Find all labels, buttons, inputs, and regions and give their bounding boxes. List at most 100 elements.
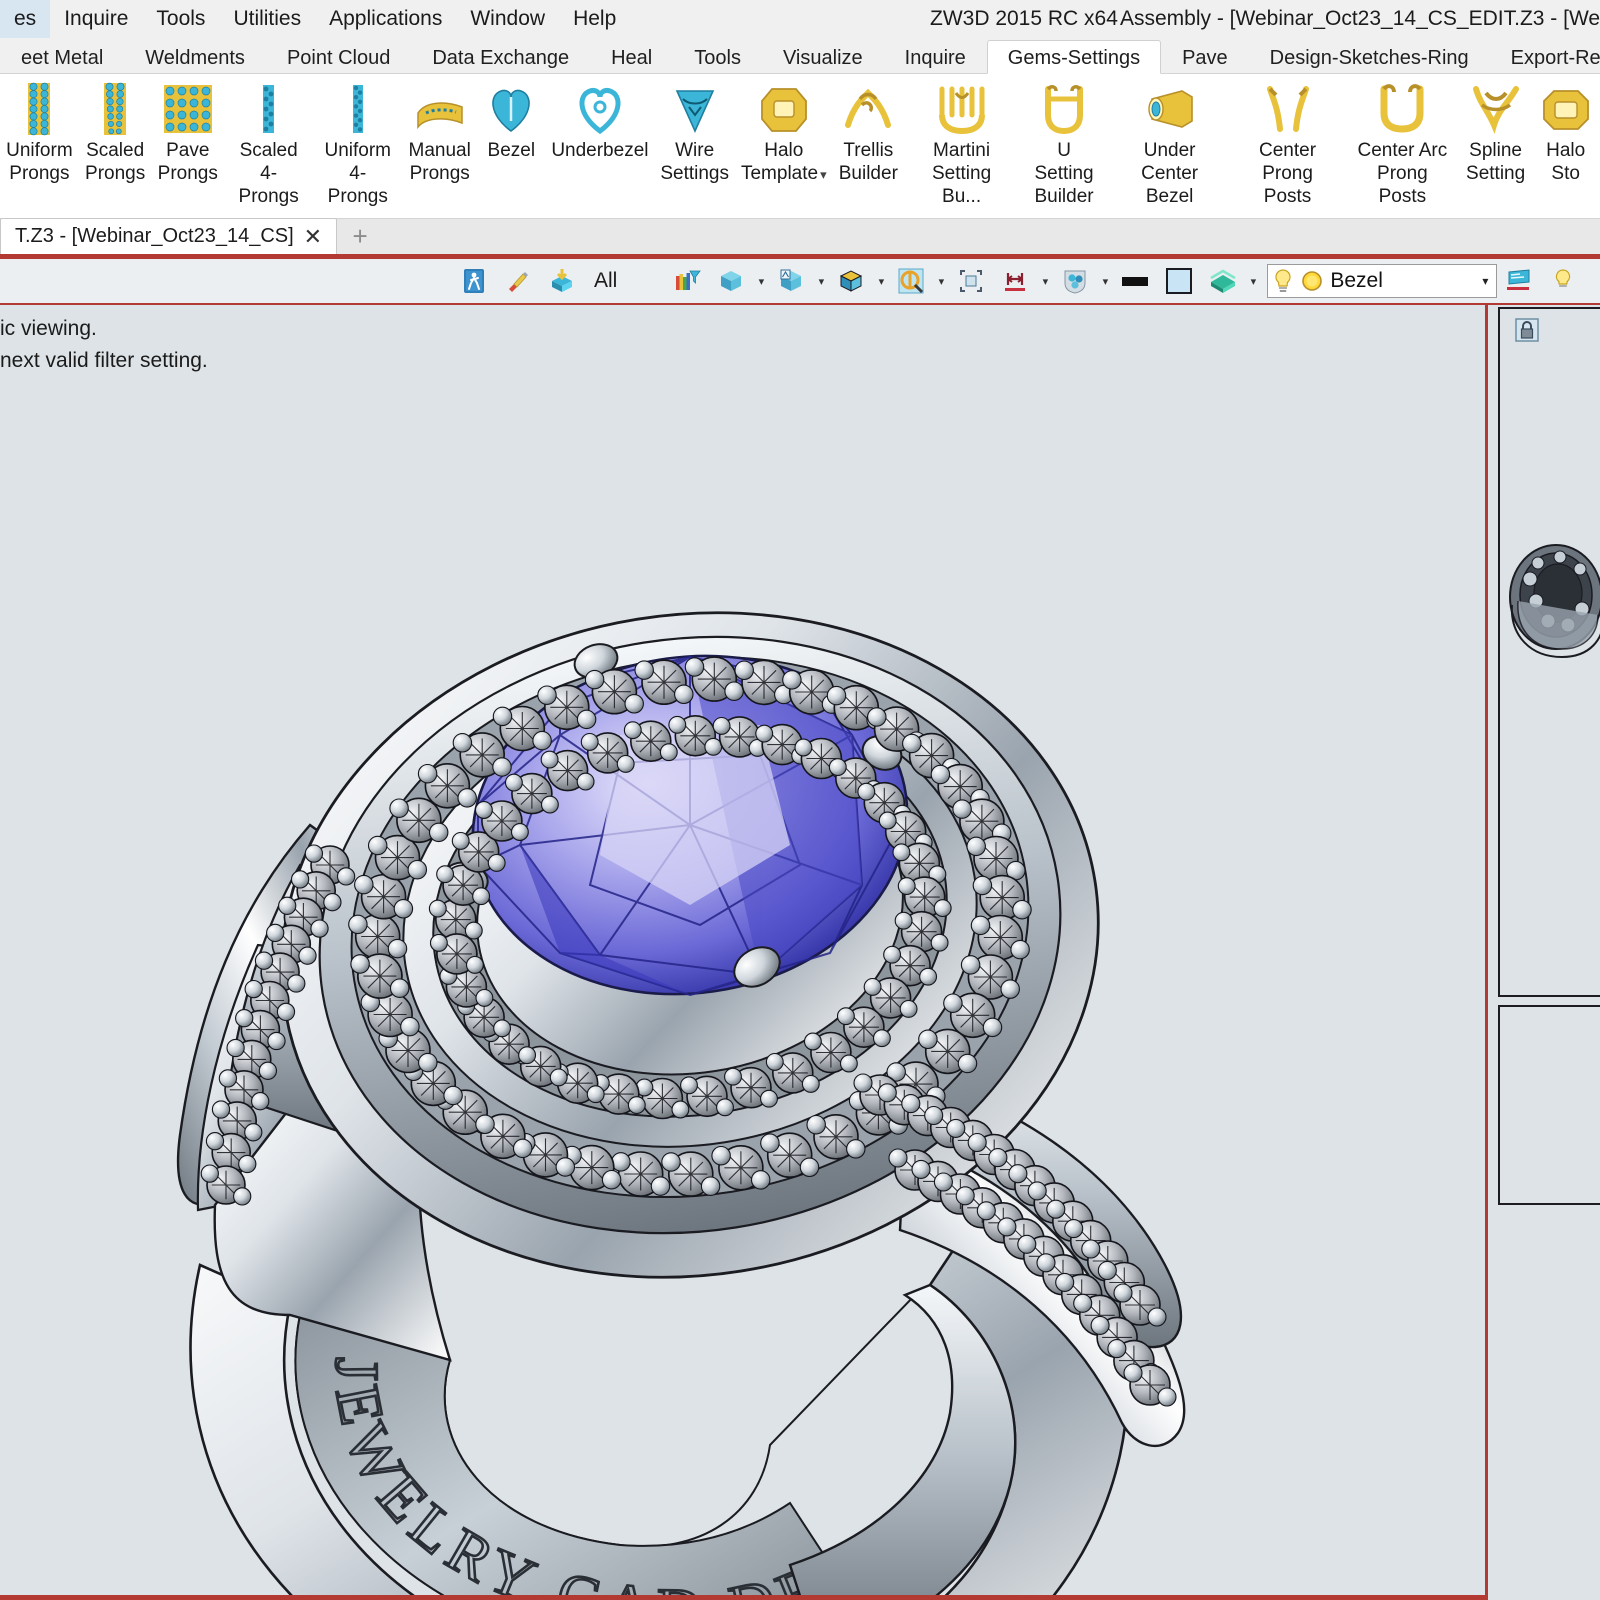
menu-item-applications[interactable]: Applications [315,0,456,38]
martini-setting-icon [934,80,990,138]
measure-distance-icon[interactable] [996,262,1034,300]
ribbon-tab-data-exchange[interactable]: Data Exchange [411,40,590,74]
ribbon-button-under-center-bezel[interactable]: Under Center Bezel [1109,80,1230,208]
layer-color-icon [1302,271,1323,291]
ribbon-button-martini-setting-bu[interactable]: Martini Setting Bu... [904,80,1019,208]
walk-through-icon[interactable] [455,262,493,300]
ribbon-tab-visualize[interactable]: Visualize [762,40,884,74]
ribbon-tab-point-cloud[interactable]: Point Cloud [266,40,411,74]
menu-item-help[interactable]: Help [559,0,630,38]
ribbon-button-row: Uniform Prongs Scaled Prongs Pave Prongs Sc… [0,74,1600,207]
uniform-4prongs-icon [330,80,386,138]
menu-item-0[interactable]: es [0,0,51,38]
chevron-down-icon[interactable]: ▾ [820,167,827,182]
ribbon-button-halo-template[interactable]: Halo Template ▾ [735,80,832,186]
ribbon-button-scaled-prongs[interactable]: Scaled Prongs [79,80,152,185]
scaled-4prongs-icon [241,80,297,138]
ribbon-button-center-prong-posts[interactable]: Center Prong Posts [1230,80,1345,208]
chevron-down-icon[interactable]: ▾ [1245,262,1261,300]
ribbon-tab-weldments[interactable]: Weldments [124,40,266,74]
ribbon-tab-design-sketches-ring[interactable]: Design-Sketches-Ring [1249,40,1490,74]
document-title: Assembly - [Webinar_Oct23_14_CS_EDIT.Z3 … [1120,7,1600,30]
center-prong-posts-icon [1260,80,1316,138]
ribbon-button-manual-prongs[interactable]: Manual Prongs [402,80,477,185]
u-setting-builder-icon [1036,80,1092,138]
ribbon-button-pave-prongs[interactable]: Pave Prongs [151,80,224,185]
menu-item-tools[interactable]: Tools [142,0,219,38]
ribbon-tab-gems-settings[interactable]: Gems-Settings [986,40,1162,74]
chevron-down-icon[interactable]: ▾ [753,262,769,300]
ribbon-tab-heal[interactable]: Heal [590,40,673,74]
document-tab-active[interactable]: T.Z3 - [Webinar_Oct23_14_CS] ✕ [0,218,338,254]
visual-manager-icon[interactable] [1056,262,1094,300]
ribbon-button-label: Center Arc Prong Posts [1357,140,1448,207]
chevron-down-icon[interactable]: ▾ [873,262,889,300]
menu-item-window[interactable]: Window [456,0,559,38]
bezel-icon [483,80,539,138]
layer-select[interactable]: Bezel ▾ [1267,264,1498,298]
shade-edge-display-icon[interactable] [832,262,870,300]
datum-plane-icon[interactable] [1500,262,1538,300]
ribbon-button-uniform-prongs[interactable]: Uniform Prongs [0,80,79,185]
ribbon-button-label: Bezel [487,140,536,161]
fit-view-icon[interactable] [952,262,990,300]
ribbon-button-bezel[interactable]: Bezel [477,80,546,162]
ribbon-button-label: Martini Setting Bu... [931,140,992,207]
ribbon-button-trellis-builder[interactable]: Trellis Builder [833,80,905,185]
ribbon-tab-inquire[interactable]: Inquire [884,40,987,74]
model-preview-panel[interactable] [1498,307,1600,997]
viewport-status-message: ic viewing. next valid filter setting. [0,317,208,372]
ribbon-button-underbezel[interactable]: Underbezel [546,80,655,162]
close-icon[interactable]: ✕ [304,224,322,250]
ring-model: JEWELRY CAD DREAMS [0,305,1186,1595]
color-filter-icon[interactable] [668,262,706,300]
application-title: ZW3D 2015 RC x64 [930,7,1118,30]
ribbon-button-center-arc-prong-posts[interactable]: Center Arc Prong Posts [1345,80,1460,208]
face-color-icon[interactable] [1160,262,1198,300]
ribbon-button-spline-setting[interactable]: Spline Setting [1460,80,1532,185]
all-filter-label[interactable]: All [584,269,627,293]
shade-display-icon[interactable] [712,262,750,300]
3d-viewport[interactable]: ic viewing. next valid filter setting. J… [0,305,1488,1600]
wireframe-display-icon[interactable] [772,262,810,300]
ribbon-button-label: Underbezel [551,140,649,161]
spline-setting-icon [1468,80,1524,138]
ribbon-button-u-setting-builder[interactable]: U Setting Builder [1019,80,1109,208]
ribbon-button-label: Trellis Builder [838,140,898,184]
secondary-preview-panel[interactable] [1498,1005,1600,1205]
halo-template-icon [756,80,812,138]
paint-brush-icon[interactable] [499,262,537,300]
center-arc-prong-posts-icon [1374,80,1430,138]
ribbon-tab-pave[interactable]: Pave [1161,40,1249,74]
underbezel-icon [572,80,628,138]
document-tab-label: T.Z3 - [Webinar_Oct23_14_CS] [15,225,294,247]
ribbon-tab-tools[interactable]: Tools [673,40,762,74]
insert-shape-icon[interactable] [543,262,581,300]
ribbon-button-label: Spline Setting [1466,140,1526,184]
chevron-down-icon[interactable]: ▾ [1097,262,1113,300]
ribbon-button-uniform-4-prongs[interactable]: Uniform 4-Prongs [313,80,402,208]
background-color-icon[interactable] [1116,262,1154,300]
ribbon-button-label: Uniform 4-Prongs [324,140,391,207]
render-preview-icon[interactable] [892,262,930,300]
ribbon-button-label: Scaled Prongs [85,140,146,184]
ribbon-tab-export-rendering[interactable]: Export-Rendering [1490,40,1600,74]
ribbon-button-label: Under Center Bezel [1141,140,1199,207]
ribbon-button-halo-sto[interactable]: Halo Sto [1531,80,1600,185]
ribbon-button-wire-settings[interactable]: Wire Settings [654,80,735,185]
menu-item-inquire[interactable]: Inquire [50,0,142,38]
chevron-down-icon[interactable]: ▾ [813,262,829,300]
chevron-down-icon[interactable]: ▾ [1482,274,1492,288]
ribbon-tab-eet-metal[interactable]: eet Metal [0,40,124,74]
section-view-icon[interactable] [1204,262,1242,300]
ribbon-button-scaled-4-prongs[interactable]: Scaled 4-Prongs [224,80,313,208]
lock-icon[interactable] [1514,317,1540,343]
menu-item-utilities[interactable]: Utilities [219,0,315,38]
layer-select-value: Bezel [1330,269,1383,292]
new-tab-button[interactable]: + [337,218,383,254]
lamp-icon[interactable] [1544,262,1582,300]
chevron-down-icon[interactable]: ▾ [933,262,949,300]
title-bar: es Inquire Tools Utilities Applications … [0,0,1600,38]
ribbon-button-label: Wire Settings [660,140,729,184]
chevron-down-icon[interactable]: ▾ [1037,262,1053,300]
